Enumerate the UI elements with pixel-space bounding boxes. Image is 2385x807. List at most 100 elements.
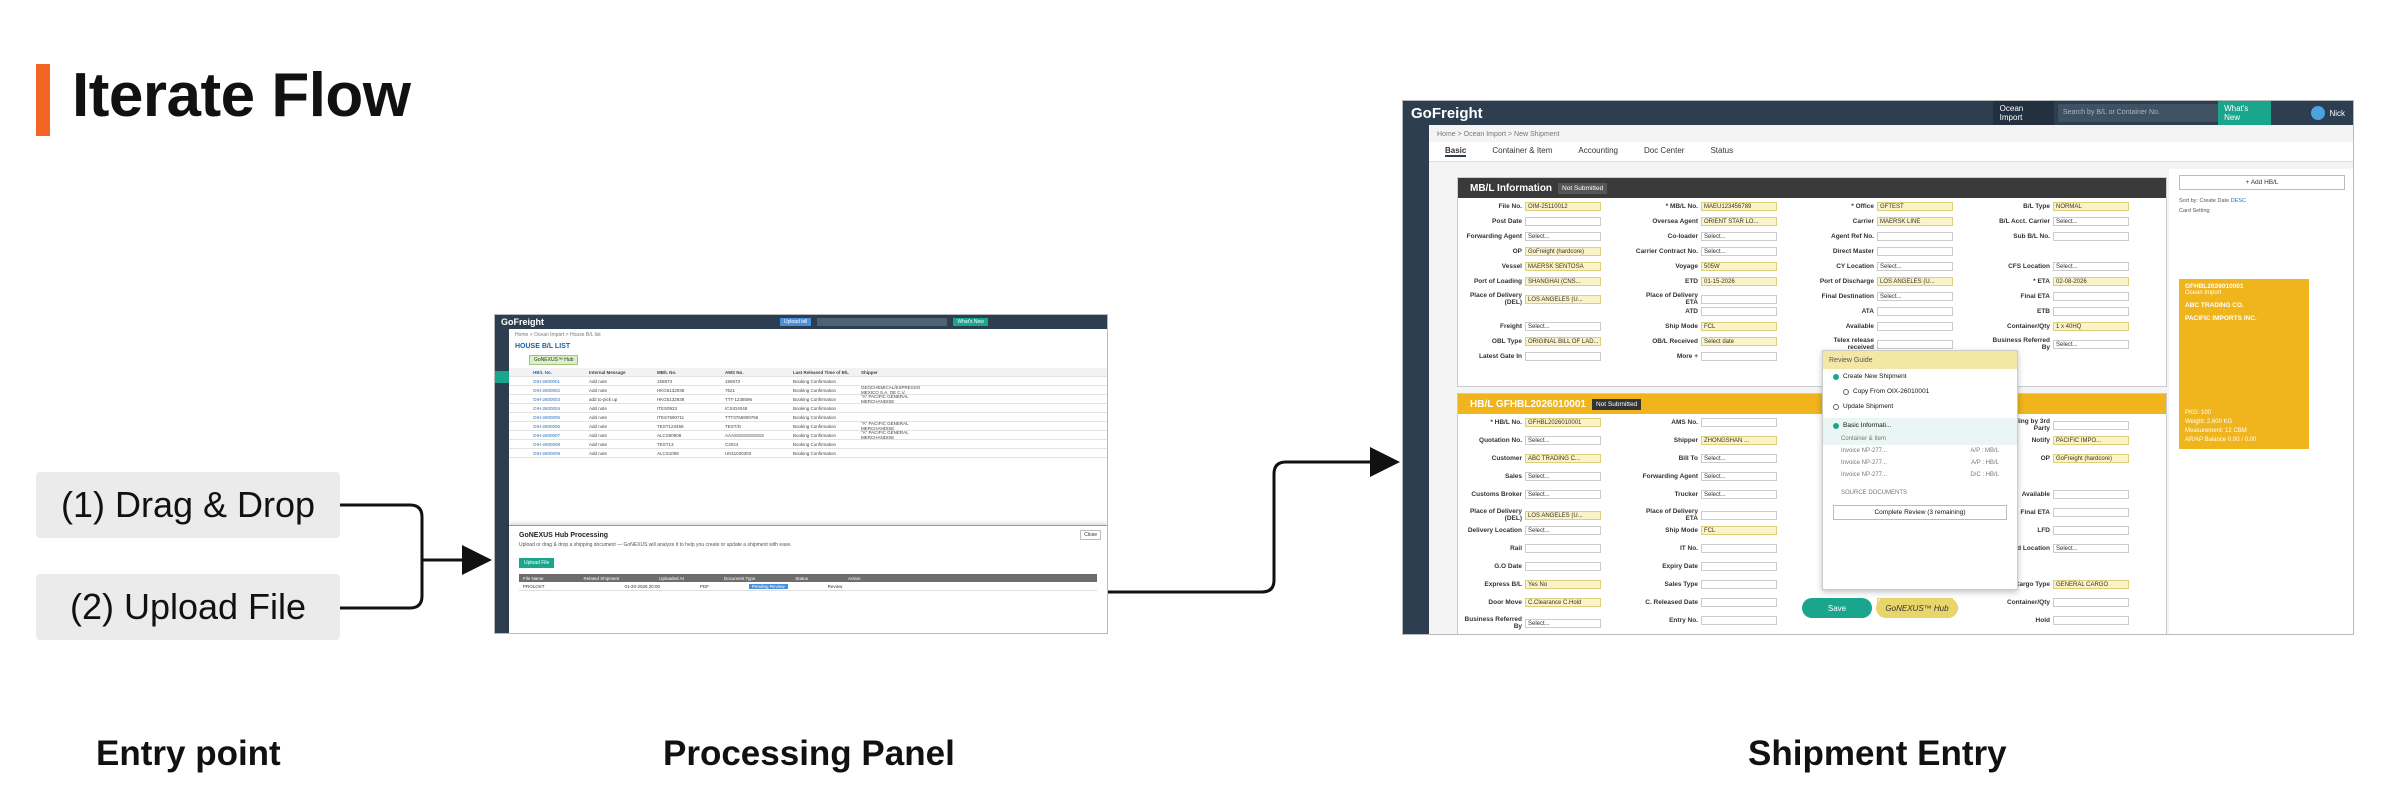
table-row[interactable]: OIH-2600009 Add note ALCS1008 UN11030303 Boo… — [509, 449, 1107, 458]
hbl-link[interactable]: OIH-2600001 — [533, 379, 583, 384]
field-input[interactable] — [1701, 562, 1777, 571]
field-input[interactable] — [1701, 580, 1777, 589]
field-input[interactable]: GENERAL CARGO — [2053, 580, 2129, 589]
table-row[interactable]: OIH-2600008 Add note TEST13 C2024 Booking Co… — [509, 440, 1107, 449]
review-section-basic[interactable]: Basic Informati... — [1823, 418, 2017, 433]
hbl-link[interactable]: OIH-2600005 — [533, 415, 583, 420]
field-input[interactable]: Select... — [1877, 292, 1953, 301]
field-input[interactable]: Select... — [1877, 262, 1953, 271]
field-input[interactable]: Select... — [1525, 232, 1601, 241]
field-input[interactable]: Select date — [1701, 337, 1777, 346]
field-input[interactable]: MAERSK SENTOSA — [1525, 262, 1601, 271]
field-input[interactable]: Select... — [1525, 526, 1601, 535]
hbl-link[interactable]: OIH-2600003 — [533, 397, 583, 402]
field-input[interactable] — [2053, 292, 2129, 301]
upload-file-button[interactable]: Upload File — [519, 558, 555, 568]
field-input[interactable] — [1701, 418, 1777, 427]
table-row[interactable]: OIH-2600005 Add note ITES7690711 TTT3766909… — [509, 413, 1107, 422]
review-invoice-item[interactable]: Invoice NP-277... A/P : MB/L — [1823, 445, 2017, 457]
field-input[interactable]: 505W — [1701, 262, 1777, 271]
field-input[interactable] — [2053, 526, 2129, 535]
table-row[interactable]: OIH-2600001 Add note 155973 155973 Booking C… — [509, 377, 1107, 386]
field-input[interactable] — [1525, 352, 1601, 361]
field-input[interactable]: NORMAL — [2053, 202, 2129, 211]
source-documents-label[interactable]: SOURCE DOCUMENTS — [1841, 490, 1907, 496]
field-input[interactable] — [1701, 616, 1777, 625]
field-input[interactable] — [1701, 352, 1777, 361]
field-input[interactable]: MAEU123456789 — [1701, 202, 1777, 211]
field-input[interactable]: Select... — [1701, 247, 1777, 256]
field-input[interactable]: FCL — [1701, 526, 1777, 535]
field-input[interactable]: MAERSK LINE — [1877, 217, 1953, 226]
tab-container-item[interactable]: Container & Item — [1492, 146, 1552, 157]
user-menu[interactable]: Nick — [2311, 106, 2345, 120]
field-input[interactable]: Select... — [1701, 472, 1777, 481]
field-input[interactable]: Select... — [2053, 262, 2129, 271]
card-setting-link[interactable]: Card Setting — [2169, 206, 2353, 216]
field-input[interactable] — [1525, 217, 1601, 226]
field-input[interactable] — [1877, 339, 1953, 349]
field-input[interactable] — [2053, 508, 2129, 517]
review-option[interactable]: Create New Shipment — [1823, 369, 2017, 384]
field-input[interactable] — [2053, 598, 2129, 607]
hbl-link[interactable]: OIH-2600009 — [533, 451, 583, 456]
field-input[interactable] — [1701, 294, 1777, 304]
field-input[interactable]: SHANGHAI (CNS... — [1525, 277, 1601, 286]
field-input[interactable]: ORIENT STAR LO... — [1701, 217, 1777, 226]
field-input[interactable] — [1525, 544, 1601, 553]
ocean-import-dropdown[interactable]: Ocean Import — [1992, 101, 2054, 126]
field-input[interactable] — [1877, 232, 1953, 241]
review-invoice-item[interactable]: Invoice NP-277... D/C : HB/L — [1823, 469, 2017, 481]
field-input[interactable]: LOS ANGELES (U... — [1525, 294, 1601, 304]
tab-accounting[interactable]: Accounting — [1578, 146, 1618, 157]
hbl-link[interactable]: OIH-2600002 — [533, 388, 583, 393]
field-input[interactable]: Select... — [1525, 472, 1601, 481]
tab-status[interactable]: Status — [1710, 146, 1733, 157]
field-input[interactable] — [2053, 307, 2129, 316]
field-input[interactable]: LOS ANGELES (U... — [1877, 277, 1953, 286]
field-input[interactable]: GoFreight (hardcore) — [1525, 247, 1601, 256]
field-input[interactable]: Select... — [1525, 436, 1601, 445]
table-row[interactable]: OIH-2600004 Add note ITES0923 ICSIO4048 Book… — [509, 404, 1107, 413]
field-input[interactable] — [2053, 490, 2129, 499]
table-row[interactable]: OIH-2600003 add to-pick up HKG5132938 TTT-1… — [509, 394, 1107, 404]
review-link[interactable]: Review — [828, 584, 843, 589]
field-input[interactable]: PACIFIC IMPO... — [2053, 436, 2129, 445]
review-section-container[interactable]: Container & Item — [1823, 433, 2017, 445]
field-input[interactable]: 02-08-2026 — [2053, 277, 2129, 286]
field-input[interactable]: GoFreight (hardcore) — [2053, 454, 2129, 463]
hbl-link[interactable]: OIH-2600004 — [533, 406, 583, 411]
field-input[interactable]: Select... — [1701, 232, 1777, 241]
field-input[interactable] — [2053, 232, 2129, 241]
review-option[interactable]: Update Shipment — [1823, 399, 2017, 414]
field-input[interactable]: Select... — [2053, 544, 2129, 553]
whats-new-button[interactable]: What's New — [953, 318, 988, 326]
review-invoice-item[interactable]: Invoice NP-277... A/P : HB/L — [1823, 457, 2017, 469]
sort-select[interactable]: Sort by: Create Date — [2179, 198, 2229, 204]
field-input[interactable]: OIM-25110012 — [1525, 202, 1601, 211]
field-input[interactable]: GFHBL2026010001 — [1525, 418, 1601, 427]
field-input[interactable] — [1701, 510, 1777, 520]
field-input[interactable]: Select... — [2053, 217, 2129, 226]
table-row[interactable]: OIH-2600006 Add note TEST123458 TEST/D Booki… — [509, 421, 1107, 431]
field-input[interactable] — [2053, 420, 2129, 430]
hbl-link[interactable]: OIH-2600007 — [533, 433, 583, 438]
hbl-link[interactable]: OIH-2600008 — [533, 442, 583, 447]
field-input[interactable]: ZHONGSHAN ... — [1701, 436, 1777, 445]
field-input[interactable]: GFTEST — [1877, 202, 1953, 211]
table-row[interactable]: OIH-2600007 Add note ALCS90908 AAASSSSSSSSS… — [509, 430, 1107, 440]
field-input[interactable]: Select... — [2053, 339, 2129, 349]
complete-review-button[interactable]: Complete Review (3 remaining) — [1833, 505, 2007, 520]
field-input[interactable]: Select... — [1525, 322, 1601, 331]
search-input[interactable] — [817, 318, 948, 326]
search-input[interactable]: Search by B/L or Container No. — [2057, 104, 2219, 122]
field-input[interactable] — [1877, 322, 1953, 331]
tab-basic[interactable]: Basic — [1445, 146, 1467, 157]
field-input[interactable] — [1701, 307, 1777, 316]
sort-direction[interactable]: DESC — [2231, 198, 2246, 204]
field-input[interactable]: C.Clearance C.Hold — [1525, 598, 1601, 607]
field-input[interactable] — [1525, 562, 1601, 571]
field-input[interactable]: 1 x 40HQ — [2053, 322, 2129, 331]
field-input[interactable]: 01-15-2026 — [1701, 277, 1777, 286]
table-row[interactable]: OIH-2600002 Add note HKG5132938 7621 Booking… — [509, 385, 1107, 395]
